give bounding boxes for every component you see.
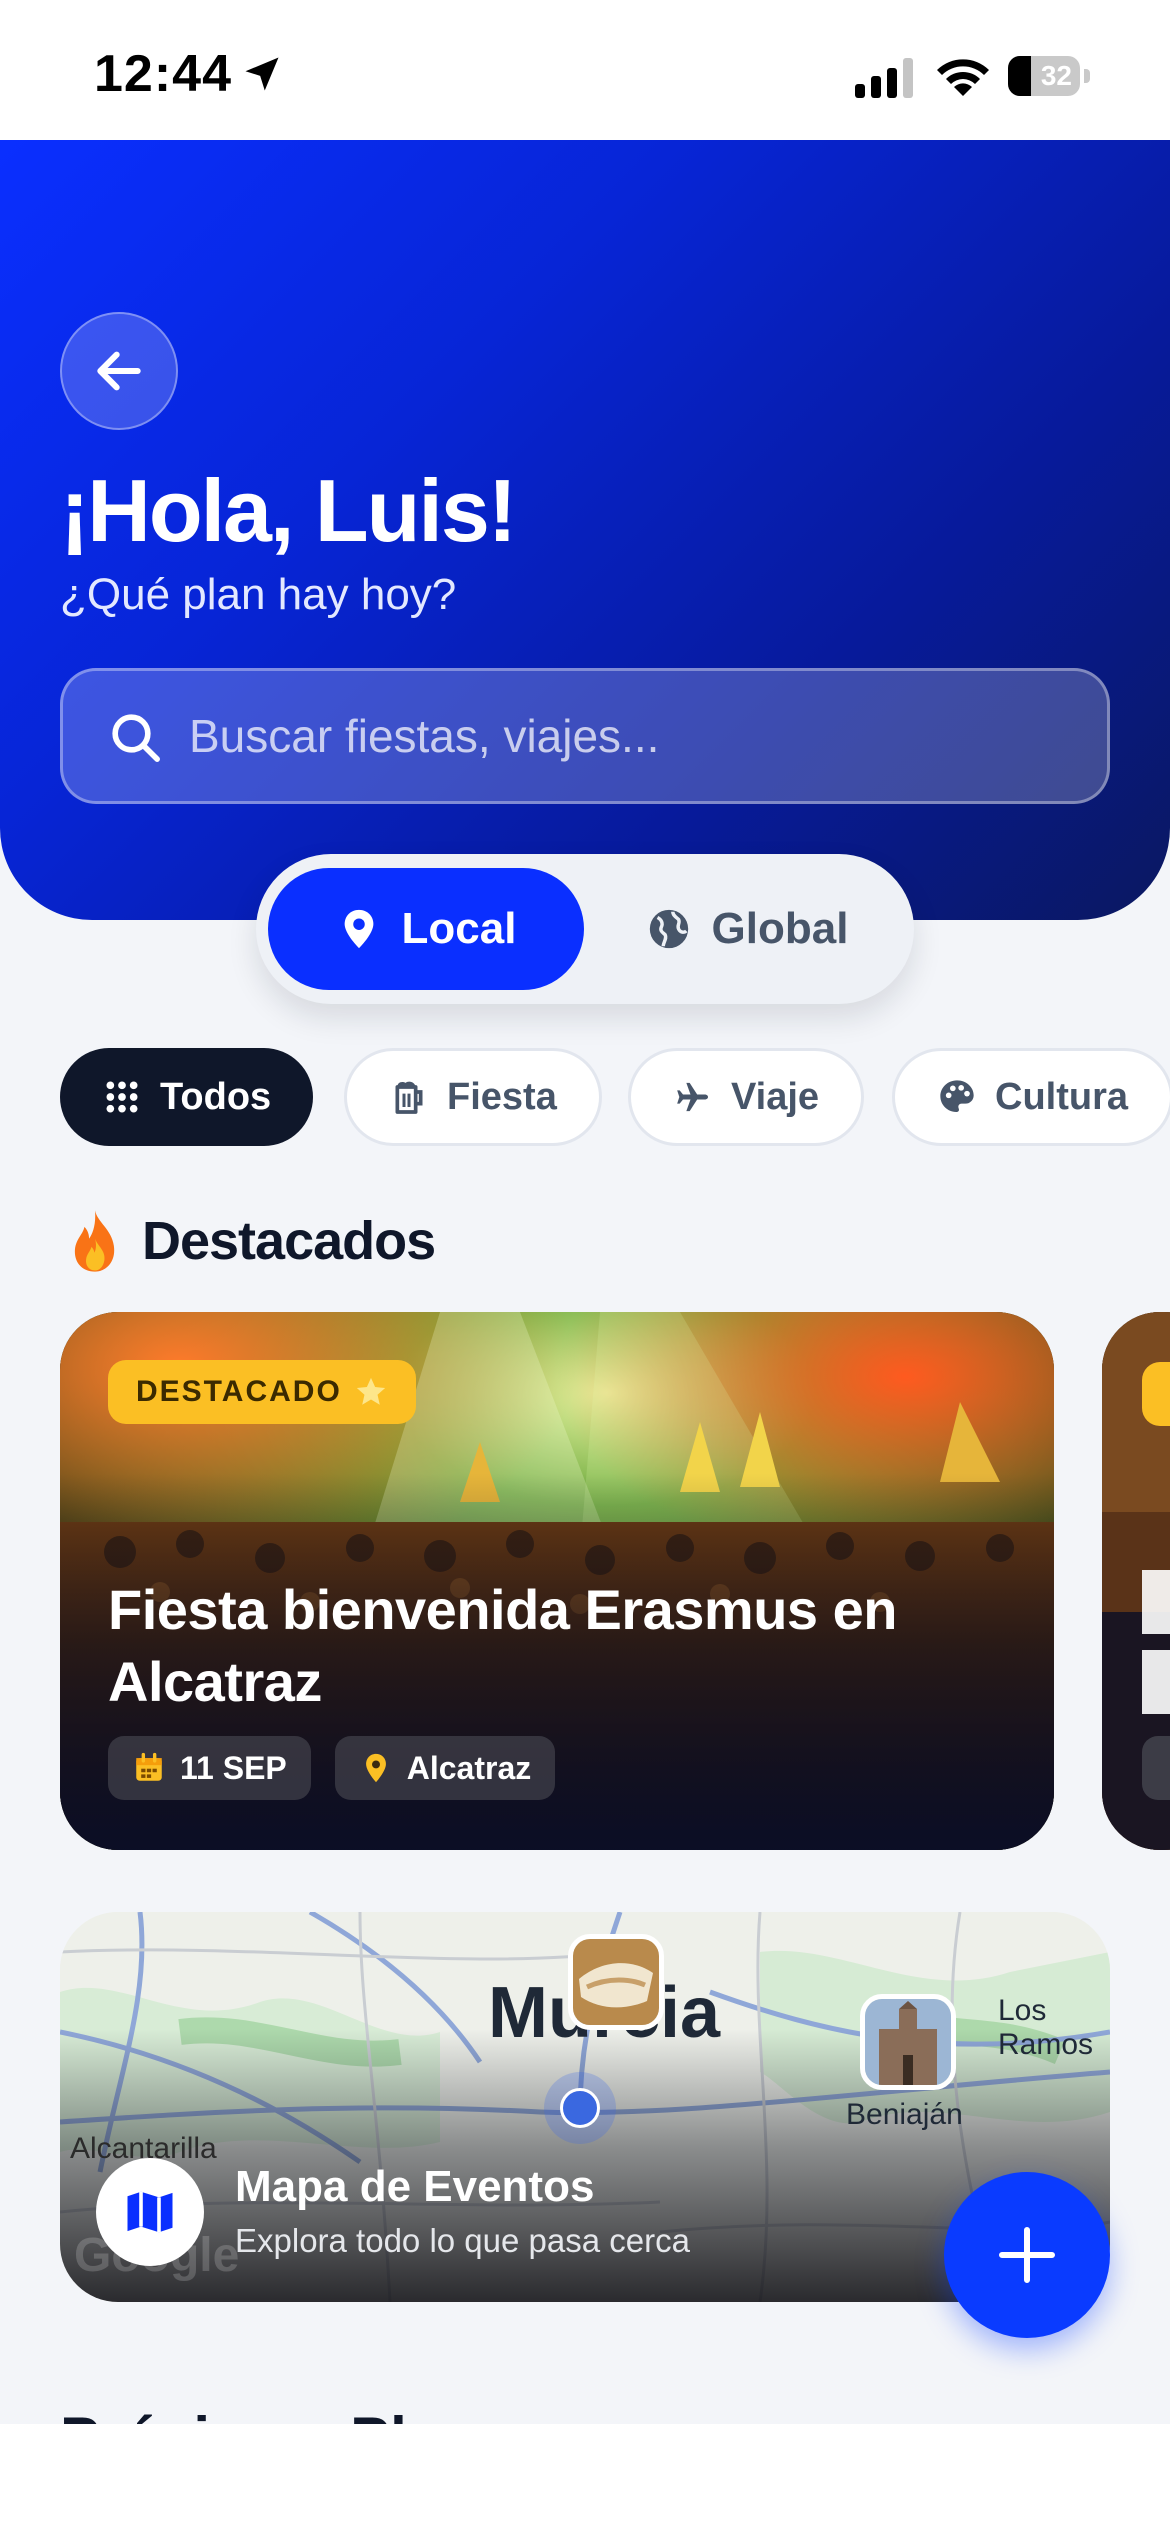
search-input[interactable] xyxy=(189,671,1069,801)
category-filters: Todos Fiesta Viaje Cultura xyxy=(60,1048,1170,1148)
map-pin-icon xyxy=(344,909,373,949)
plus-icon xyxy=(999,2227,1055,2283)
next-event-photo xyxy=(1102,1312,1170,1850)
back-button[interactable] xyxy=(60,312,178,430)
filter-todos-label: Todos xyxy=(160,1075,272,1118)
map-subtitle: Explora todo lo que pasa cerca xyxy=(235,2222,690,2259)
scope-toggle: Local Global xyxy=(256,854,914,1004)
featured-badge-label: DESTACADO xyxy=(136,1375,342,1408)
airplane-icon xyxy=(677,1082,708,1112)
map-icon xyxy=(127,2191,173,2233)
next-event-card-peek[interactable] xyxy=(1102,1312,1170,1850)
filter-todos[interactable]: Todos xyxy=(60,1048,314,1146)
toggle-global[interactable]: Global xyxy=(592,868,902,990)
bottom-area xyxy=(0,2424,1170,2532)
event-title: Fiesta bienvenida Erasmus en Alcatraz xyxy=(108,1578,897,1713)
featured-title-text: Destacados xyxy=(142,1211,436,1271)
fire-icon xyxy=(74,1210,115,1272)
filter-fiesta-label: Fiesta xyxy=(447,1075,557,1118)
greeting-subtitle: ¿Qué plan hay hoy? xyxy=(60,570,457,619)
featured-event-card[interactable]: DESTACADO Fiesta bienvenida Erasmus en A… xyxy=(60,1312,1054,1850)
current-location-marker xyxy=(544,2072,616,2144)
map-pin-icon xyxy=(365,1753,386,1783)
status-bar: 12:44 32 xyxy=(0,0,1170,140)
filter-cultura[interactable]: Cultura xyxy=(892,1048,1170,1146)
map-title: Mapa de Eventos xyxy=(235,2162,595,2211)
arrow-left-icon xyxy=(97,351,141,391)
cellular-signal-icon xyxy=(855,58,913,98)
toggle-global-label: Global xyxy=(711,904,849,953)
event-meta: 11 SEP Alcatraz xyxy=(108,1736,556,1800)
hero-header: ¡Hola, Luis! ¿Qué plan hay hoy? xyxy=(0,140,1170,920)
location-arrow-icon xyxy=(245,57,279,91)
search-icon xyxy=(112,714,160,762)
filter-viaje-label: Viaje xyxy=(731,1075,820,1118)
map-place-label: Los Ramos xyxy=(998,1994,1094,2061)
map-event-thumbnail[interactable] xyxy=(860,1994,956,2090)
star-icon xyxy=(356,1377,385,1405)
battery-indicator: 32 xyxy=(1008,56,1090,98)
status-time: 12:44 xyxy=(94,45,232,103)
beer-mug-icon xyxy=(395,1081,423,1114)
greeting-title: ¡Hola, Luis! xyxy=(60,461,517,560)
calendar-icon xyxy=(136,1752,162,1781)
event-date-pill: 11 SEP xyxy=(108,1736,311,1800)
map-icon-badge xyxy=(96,2158,204,2266)
grid-icon xyxy=(106,1081,138,1113)
event-location: Alcatraz xyxy=(406,1749,532,1786)
add-event-button[interactable] xyxy=(944,2172,1110,2338)
toggle-local-label: Local xyxy=(401,904,517,953)
map-event-thumbnail[interactable] xyxy=(568,1934,664,2030)
event-location-pill: Alcatraz xyxy=(334,1736,556,1800)
map-place-label: Beniaján xyxy=(846,2098,963,2131)
wifi-icon xyxy=(937,59,989,96)
palette-icon xyxy=(940,1080,974,1112)
filter-cultura-label: Cultura xyxy=(995,1075,1128,1118)
event-date: 11 SEP xyxy=(180,1749,287,1786)
filter-fiesta[interactable]: Fiesta xyxy=(344,1048,602,1146)
toggle-local[interactable]: Local xyxy=(268,868,584,990)
featured-badge: DESTACADO xyxy=(108,1360,416,1424)
filter-viaje[interactable]: Viaje xyxy=(628,1048,865,1146)
battery-level: 32 xyxy=(1040,60,1072,91)
search-box[interactable] xyxy=(60,668,1110,804)
globe-icon xyxy=(649,909,688,949)
featured-section-title: Destacados xyxy=(66,1208,436,1274)
